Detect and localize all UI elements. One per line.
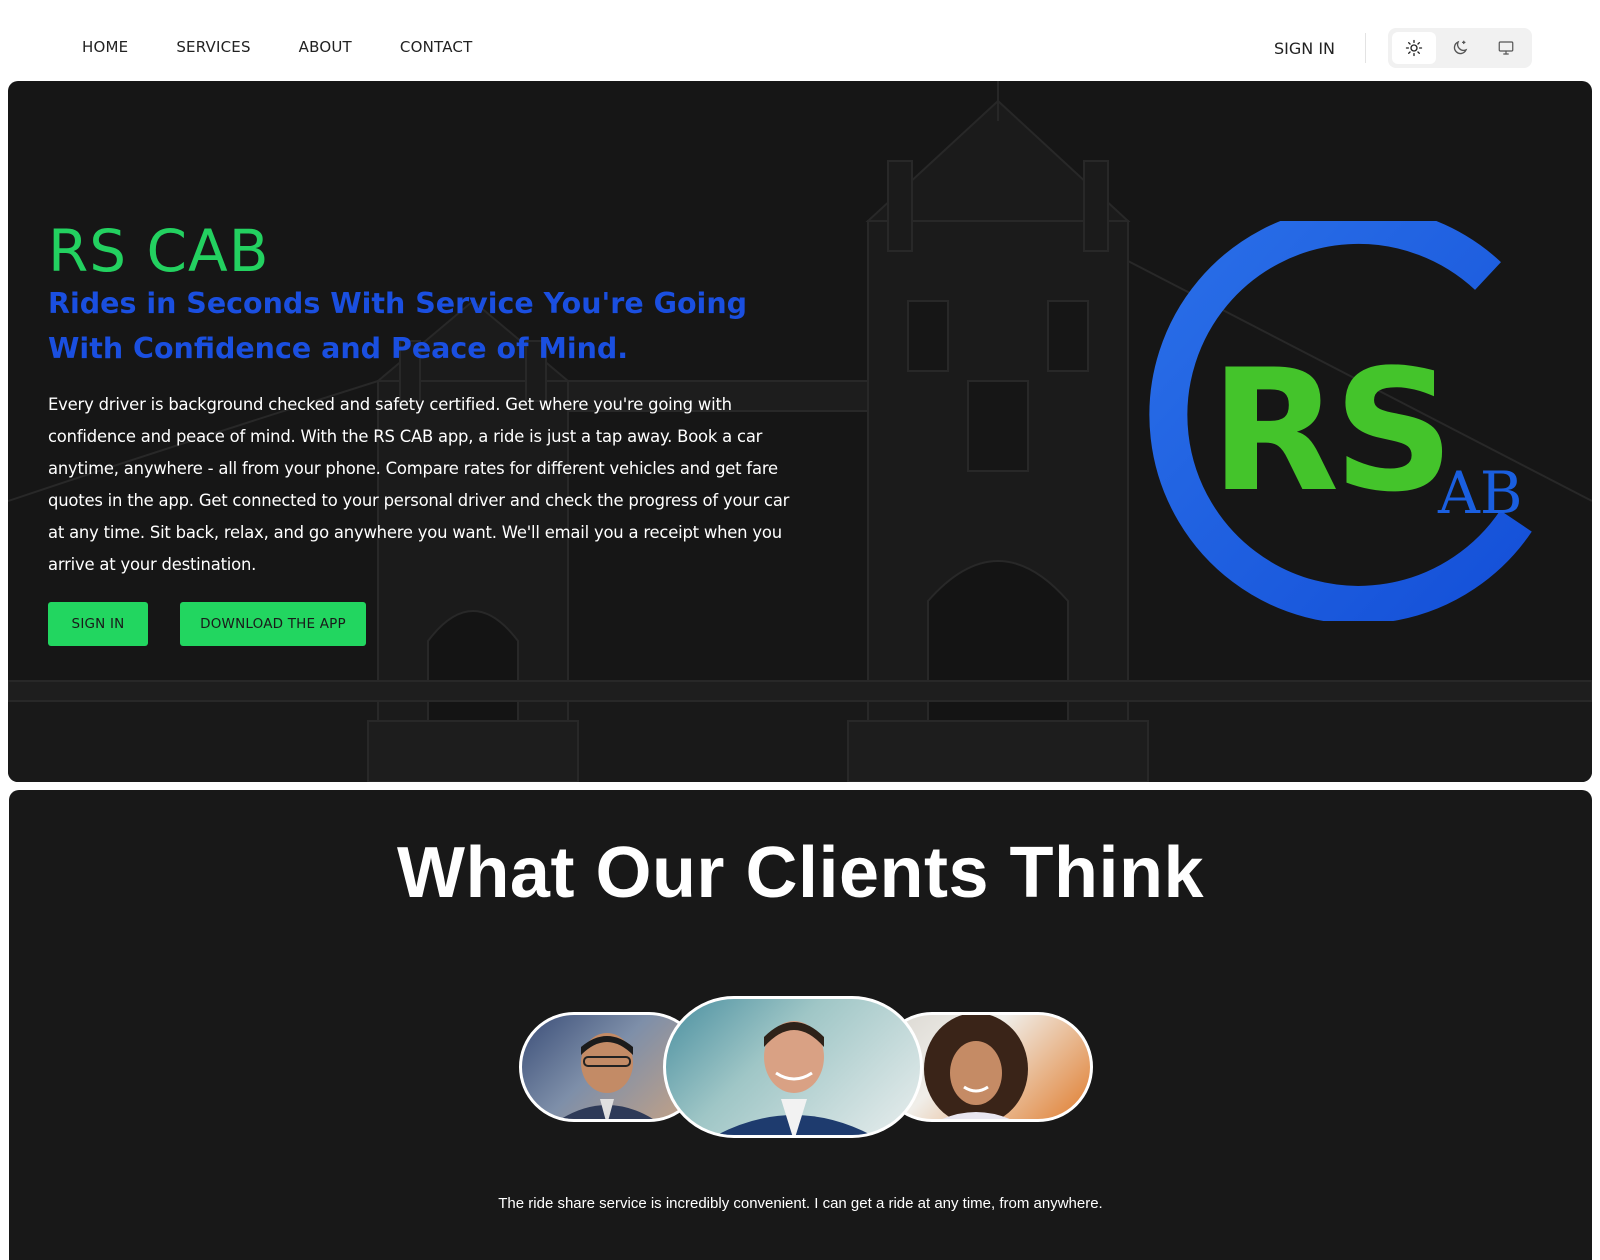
client-photo-center [716, 1021, 872, 1135]
sun-icon [1405, 39, 1423, 57]
theme-dark-button[interactable] [1438, 32, 1482, 64]
testimonials-section: What Our Clients Think The ride share se… [9, 790, 1592, 1260]
hero-section: RS CAB Rides in Seconds With Service You… [8, 81, 1592, 782]
hero-title: RS CAB [48, 217, 270, 285]
rs-cab-logo: RS AB [1149, 221, 1532, 621]
nav-link-contact[interactable]: CONTACT [400, 38, 473, 56]
logo-suffix: AB [1437, 459, 1523, 527]
nav-divider [1365, 33, 1366, 63]
moon-icon [1453, 40, 1468, 55]
theme-system-button[interactable] [1484, 32, 1528, 64]
nav-link-services[interactable]: SERVICES [176, 38, 250, 56]
monitor-icon [1498, 41, 1514, 55]
top-nav: HOME SERVICES ABOUT CONTACT SIGN IN [0, 0, 1600, 80]
hero-description: Every driver is background checked and s… [48, 395, 790, 574]
nav-link-home[interactable]: HOME [82, 38, 128, 56]
nav-right: SIGN IN [1274, 28, 1532, 68]
nav-sign-in-link[interactable]: SIGN IN [1274, 39, 1335, 58]
logo-letters: RS [1210, 333, 1448, 529]
hero-subtitle: Rides in Seconds With Service You're Goi… [48, 287, 748, 365]
download-app-button[interactable]: DOWNLOAD THE APP [180, 602, 366, 646]
hero-sign-in-button[interactable]: SIGN IN [48, 602, 148, 646]
testimonials-title: What Our Clients Think [396, 833, 1204, 913]
testimonial-quote: The ride share service is incredibly con… [498, 1195, 1103, 1212]
nav-links: HOME SERVICES ABOUT CONTACT [82, 38, 520, 56]
nav-link-about[interactable]: ABOUT [299, 38, 352, 56]
theme-light-button[interactable] [1392, 32, 1436, 64]
theme-switcher [1388, 28, 1532, 68]
client-avatar-center[interactable] [663, 996, 923, 1138]
